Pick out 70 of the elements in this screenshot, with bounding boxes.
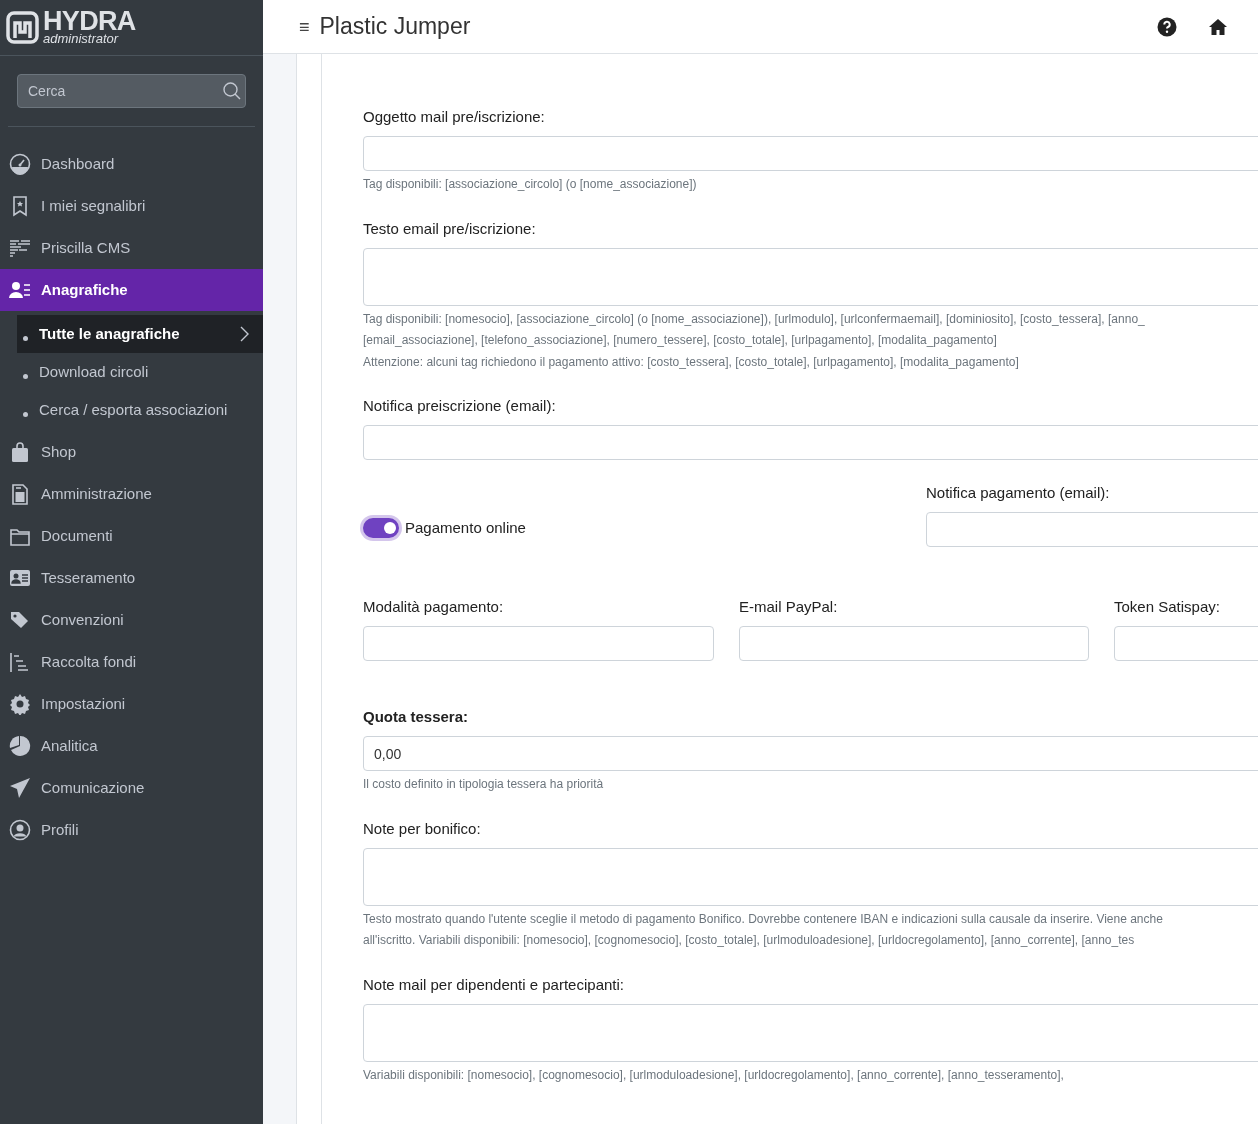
text-field[interactable]: 0,00 xyxy=(363,736,1258,771)
help-text: [email_associazione], [telefono_associazione], [numero_tessere], [costo_totale], [urlpagamento], [modalita_pagamento] xyxy=(363,332,998,349)
field-label: Quota tessera: xyxy=(363,707,469,727)
chevron-right-icon xyxy=(239,326,249,342)
help-icon[interactable] xyxy=(1157,16,1177,37)
sidebar-item[interactable]: Tesseramento xyxy=(0,557,263,599)
submenu-item[interactable]: Download circoli xyxy=(17,353,263,391)
sidebar-item[interactable]: Analitica xyxy=(0,725,263,767)
toggle-label: Pagamento online xyxy=(405,517,526,538)
sidebar-item[interactable]: Dashboard xyxy=(0,143,263,185)
sidebar-item[interactable]: Anagrafiche xyxy=(0,269,263,311)
gauge-icon xyxy=(9,153,31,175)
gear-icon xyxy=(9,693,31,715)
sidebar-item[interactable]: Profili xyxy=(0,809,263,851)
document-icon xyxy=(9,483,31,505)
text-area[interactable] xyxy=(363,847,1258,906)
sidebar-item[interactable]: I miei segnalibri xyxy=(0,185,263,227)
search-icon xyxy=(222,81,242,101)
menu-button[interactable]: ≡ xyxy=(299,17,310,36)
text-area[interactable] xyxy=(363,1003,1258,1062)
text-field[interactable] xyxy=(363,136,1258,171)
user-circle-icon xyxy=(9,819,31,841)
field-label: Note mail per dipendenti e partecipanti: xyxy=(363,974,624,995)
field-label: E-mail PayPal: xyxy=(739,597,838,617)
search-field[interactable]: Cerca xyxy=(17,74,246,108)
field-label: Notifica pagamento (email): xyxy=(926,483,1110,503)
hierarchy-icon xyxy=(9,651,31,673)
field-label: Token Satispay: xyxy=(1114,597,1220,617)
submenu-item[interactable]: Tutte le anagrafiche xyxy=(17,315,263,353)
text-lines-icon xyxy=(9,237,31,259)
bullet-icon xyxy=(23,411,28,417)
help-text: Variabili disponibili: [nomesocio], [cognomesocio], [urlmoduloadesione], [urldocregolamento], [anno_corrente], [anno_tesseramento], xyxy=(363,1066,1065,1084)
sidebar-item[interactable]: Documenti xyxy=(0,515,263,557)
home-icon[interactable] xyxy=(1208,17,1228,36)
help-text: all'iscritto. Variabili disponibili: [nomesocio], [cognomesocio], [costo_totale], [urlmoduloadesione], [urldocregolamento], [anno_corrente], [anno_tes xyxy=(363,932,1136,949)
id-card-icon xyxy=(9,567,31,589)
submenu-item[interactable]: Cerca / esporta associazioni xyxy=(17,391,263,429)
sidebar-item[interactable]: Raccolta fondi xyxy=(0,641,263,683)
logo-title: HYDRA xyxy=(43,9,136,32)
bullet-icon xyxy=(23,335,28,341)
logo-subtitle: administrator xyxy=(43,31,120,46)
field-label: Oggetto mail pre/iscrizione: xyxy=(363,107,545,127)
help-text: Testo mostrato quando l'utente sceglie il metodo di pagamento Bonifico. Dovrebbe contenere IBAN e indicazioni sulla causale da inserire. Viene anche xyxy=(363,910,1164,928)
field-label: Note per bonifico: xyxy=(363,818,481,839)
sidebar-item[interactable]: Shop xyxy=(0,431,263,473)
field-label: Testo email pre/iscrizione: xyxy=(363,218,536,239)
bullet-icon xyxy=(23,373,28,379)
paper-plane-icon xyxy=(9,777,31,799)
sidebar-item[interactable]: Comunicazione xyxy=(0,767,263,809)
sidebar-item[interactable]: Priscilla CMS xyxy=(0,227,263,269)
field-label: Notifica preiscrizione (email): xyxy=(363,396,556,416)
text-field[interactable] xyxy=(363,425,1258,460)
sidebar-item[interactable]: Impostazioni xyxy=(0,683,263,725)
help-text: Il costo definito in tipologia tessera ha priorità xyxy=(363,776,605,793)
user-list-icon xyxy=(9,279,31,301)
sidebar-item[interactable]: Amministrazione xyxy=(0,473,263,515)
pie-chart-icon xyxy=(9,735,31,757)
help-text: Attenzione: alcuni tag richiedono il pagamento attivo: [costo_tessera], [costo_totale], [urlpagamento], [modalita_pagamento] xyxy=(363,353,1020,371)
text-field[interactable] xyxy=(739,626,1089,661)
text-area[interactable] xyxy=(363,247,1258,306)
tags-icon xyxy=(9,609,31,631)
toggle-switch[interactable] xyxy=(363,518,399,538)
help-text: Tag disponibili: [nomesocio], [associazione_circolo] (o [nome_associazione]), [urlmodulo], [urlconfermaemail], [dominiosito], [costo_tessera], [anno_ xyxy=(363,310,1146,328)
help-text: Tag disponibili: [associazione_circolo] (o [nome_associazione]) xyxy=(363,176,698,193)
text-field[interactable] xyxy=(363,626,714,661)
shopping-bag-icon xyxy=(9,441,31,463)
field-label: Modalità pagamento: xyxy=(363,597,504,617)
logo-icon xyxy=(6,11,39,44)
sidebar-item[interactable]: Convenzioni xyxy=(0,599,263,641)
page-title: Plastic Jumper xyxy=(319,12,472,42)
